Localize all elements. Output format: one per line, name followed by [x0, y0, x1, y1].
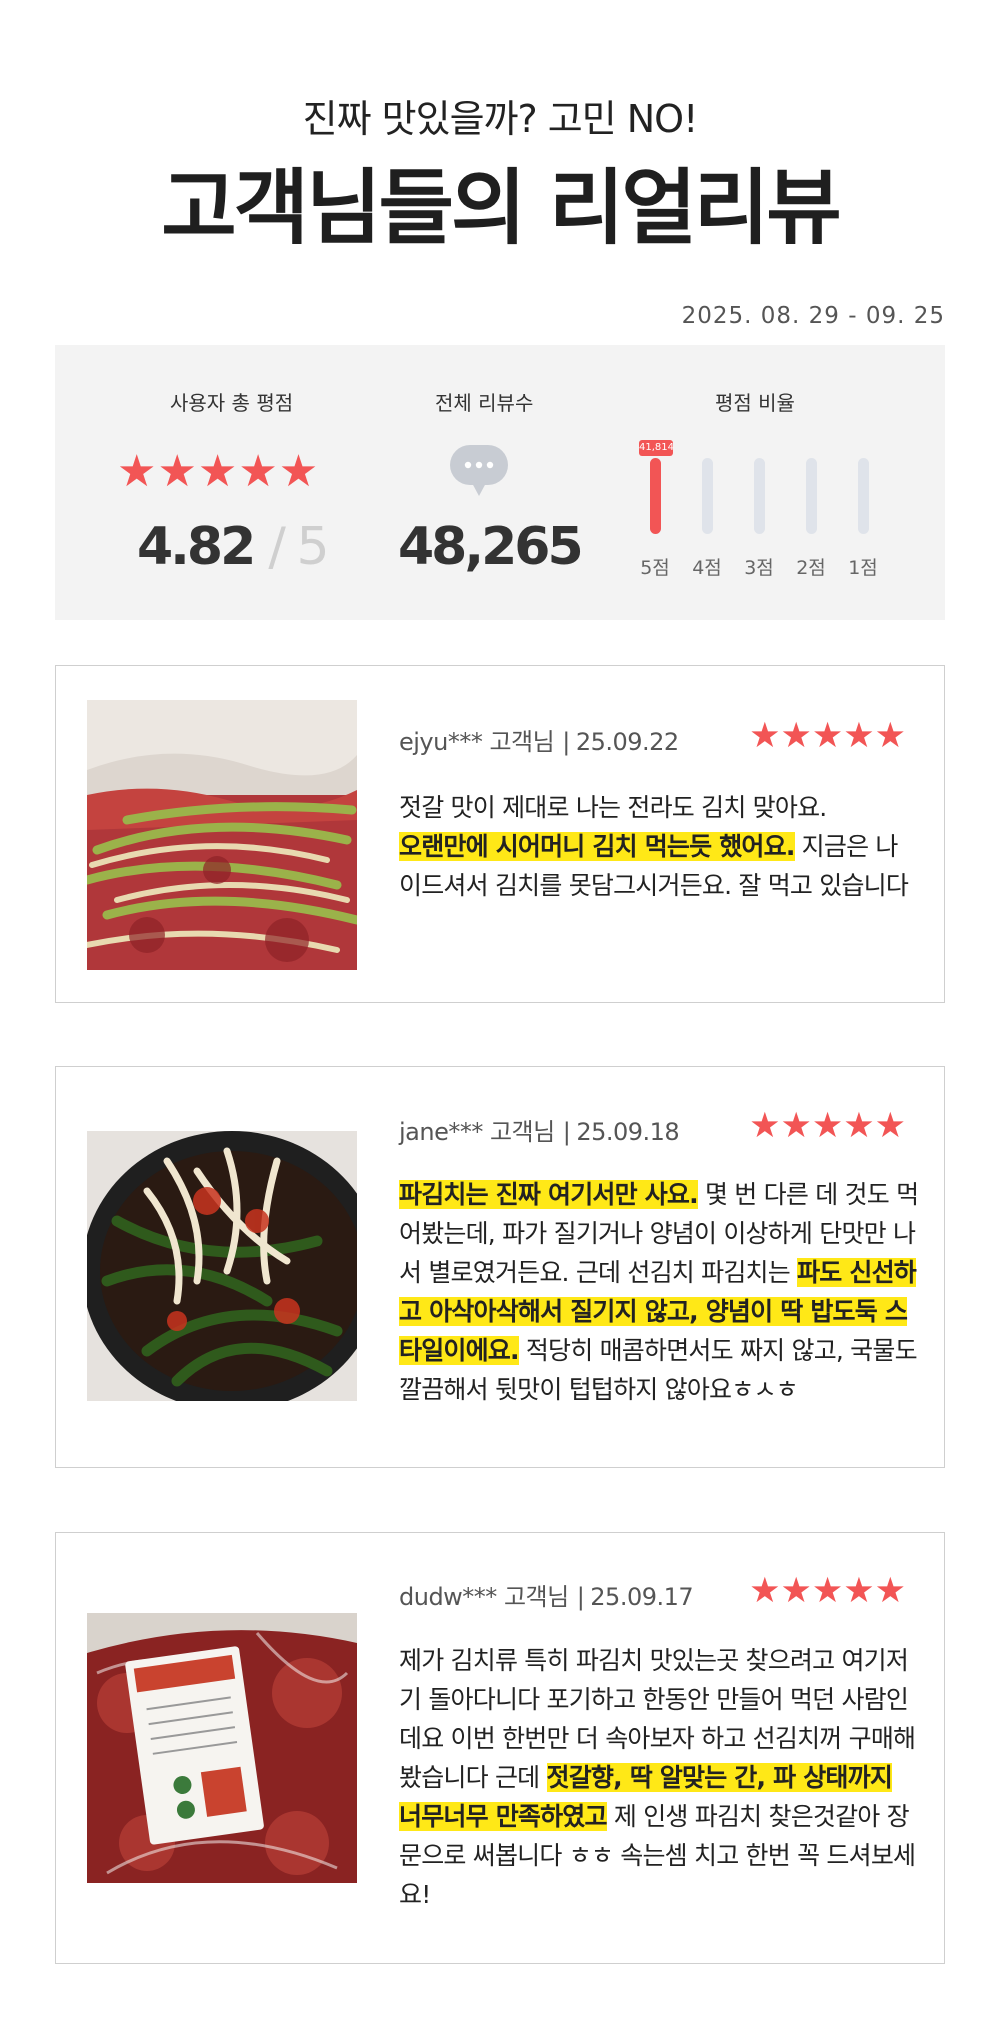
- rating-summary: 사용자 총 평점 ★★★★★ 4.82 / 5 전체 리뷰수 48,265 평점…: [55, 345, 945, 620]
- total-rating-stars: ★★★★★: [117, 446, 320, 497]
- ratio-bar-badge: 41,814: [639, 440, 674, 456]
- review-meta: dudw*** 고객님 | 25.09.17: [399, 1577, 694, 1612]
- review-stars: ★★★★★: [749, 1106, 906, 1146]
- review-meta: ejyu*** 고객님 | 25.09.22: [399, 722, 679, 757]
- review-date: 25.09.22: [575, 728, 679, 756]
- review-photo[interactable]: [87, 1613, 357, 1883]
- score-value: 4.82: [137, 517, 256, 577]
- meta-separator: |: [562, 1118, 571, 1146]
- ratio-bar-track: [702, 458, 713, 534]
- ratio-bar-label: 3점: [744, 557, 774, 579]
- score-max: / 5: [268, 517, 329, 577]
- ratio-bar-3: 3점: [734, 440, 784, 580]
- header-subtitle: 진짜 맛있을까? 고민 NO!: [302, 97, 699, 141]
- review-text: 젓갈 맛이 제대로 나는 전라도 김치 맞아요. 오랜만에 시어머니 김치 먹는…: [399, 788, 919, 905]
- ratio-bar-1: 1점: [838, 440, 888, 580]
- rating-ratio-chart: 41,814 5점 4점 3점 2점 1점: [630, 440, 890, 580]
- speech-bubble-icon: [450, 445, 508, 497]
- review-highlight: 파김치는 진짜 여기서만 사요.: [399, 1180, 699, 1209]
- review-card: ejyu*** 고객님 | 25.09.22 ★★★★★ 젓갈 맛이 제대로 나는 …: [55, 665, 945, 1003]
- ratio-bar-label: 1점: [848, 557, 878, 579]
- review-date: 25.09.17: [590, 1583, 694, 1611]
- ratio-bar-4: 4점: [682, 440, 732, 580]
- meta-separator: |: [576, 1583, 585, 1611]
- page-title: 고객님들의 리얼리뷰: [161, 161, 842, 256]
- review-meta: jane*** 고객님 | 25.09.18: [399, 1112, 680, 1147]
- review-highlight: 오랜만에 시어머니 김치 먹는듯 했어요.: [399, 832, 795, 861]
- review-photo[interactable]: [87, 700, 357, 970]
- ratio-bar-track: [858, 458, 869, 534]
- ratio-bar-label: 5점: [640, 557, 670, 579]
- review-text: 파김치는 진짜 여기서만 사요. 몇 번 다른 데 것도 먹어봤는데, 파가 질…: [399, 1175, 919, 1409]
- header: 진짜 맛있을까? 고민 NO! 고객님들의 리얼리뷰: [0, 95, 1000, 257]
- ratio-bar-label: 2점: [796, 557, 826, 579]
- ratio-bar-label: 4점: [692, 557, 722, 579]
- review-text: 제가 김치류 특히 파김치 맛있는곳 찾으려고 여기저기 돌아다니다 포기하고 …: [399, 1641, 919, 1914]
- total-rating-label: 사용자 총 평점: [170, 391, 294, 415]
- review-date: 25.09.18: [576, 1118, 680, 1146]
- review-card: dudw*** 고객님 | 25.09.17 ★★★★★ 제가 김치류 특히 파김치…: [55, 1532, 945, 1964]
- review-count-label: 전체 리뷰수: [435, 391, 534, 415]
- rating-ratio-label: 평점 비율: [715, 391, 795, 415]
- review-user: ejyu*** 고객님: [399, 728, 555, 756]
- ratio-bar-5: 41,814 5점: [630, 440, 680, 580]
- review-stars: ★★★★★: [749, 716, 906, 756]
- ratio-bar-fill: [650, 458, 661, 534]
- ratio-bar-track: [806, 458, 817, 534]
- review-stars: ★★★★★: [749, 1571, 906, 1611]
- ratio-bar-2: 2점: [786, 440, 836, 580]
- review-user: dudw*** 고객님: [399, 1583, 569, 1611]
- total-score: 4.82 / 5: [137, 517, 330, 577]
- review-user: jane*** 고객님: [399, 1118, 555, 1146]
- ratio-bar-track: [754, 458, 765, 534]
- ratio-bar-track: [650, 458, 661, 534]
- review-card: jane*** 고객님 | 25.09.18 ★★★★★ 파김치는 진짜 여기서만 …: [55, 1066, 945, 1468]
- review-period: 2025. 08. 29 - 09. 25: [681, 303, 945, 329]
- review-count: 48,265: [398, 517, 584, 577]
- review-text-part: 젓갈 맛이 제대로 나는 전라도 김치 맞아요.: [399, 793, 827, 822]
- review-photo[interactable]: [87, 1131, 357, 1401]
- meta-separator: |: [562, 728, 570, 756]
